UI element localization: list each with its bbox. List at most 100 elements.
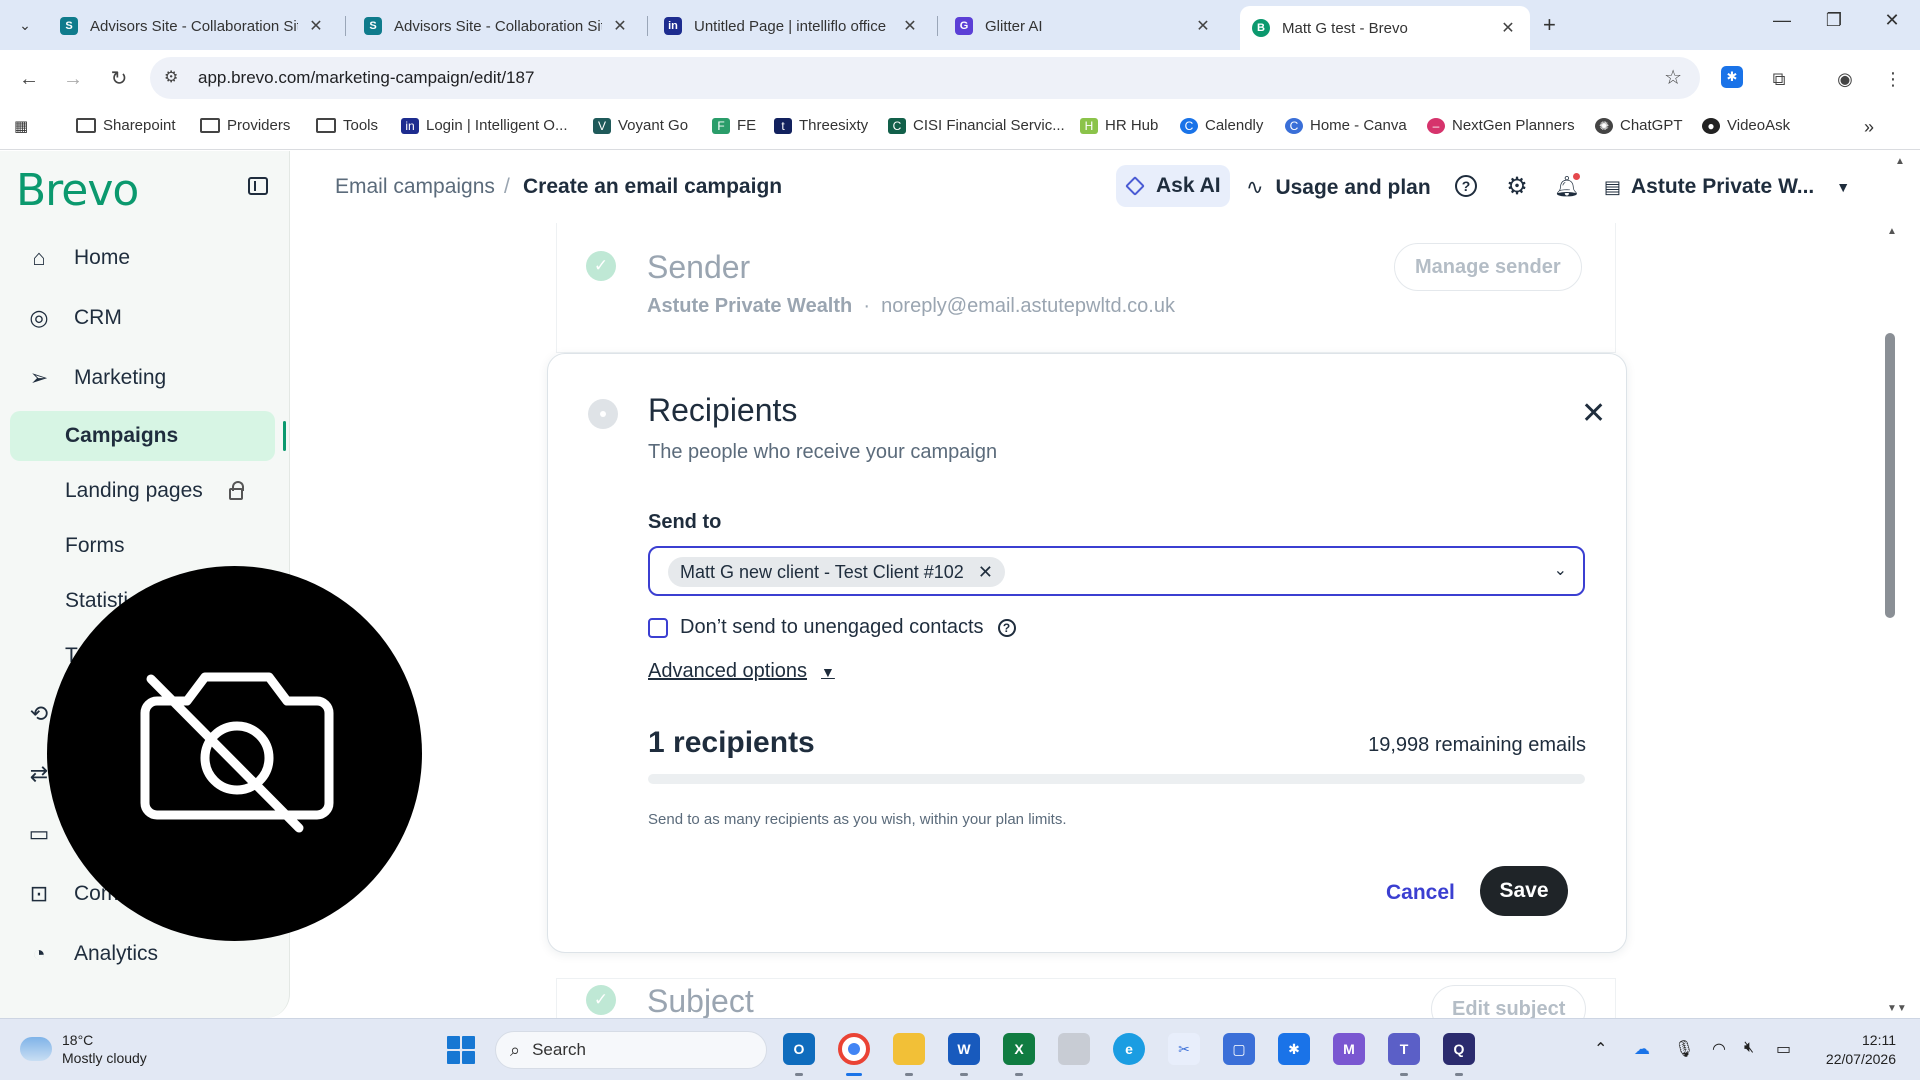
- browser-tab[interactable]: S Advisors Site - Collaboration Sit ✕: [48, 6, 338, 46]
- extension-icon[interactable]: ✱: [1721, 66, 1743, 88]
- close-tab-icon[interactable]: ✕: [610, 16, 630, 36]
- manage-sender-button[interactable]: Manage sender: [1394, 243, 1582, 291]
- file-explorer-icon[interactable]: [893, 1033, 925, 1065]
- scroll-up-icon[interactable]: ▲: [1895, 156, 1905, 167]
- battery-icon[interactable]: ▭: [1776, 1039, 1791, 1059]
- extension-app-icon[interactable]: ✱: [1278, 1033, 1310, 1065]
- app-icon[interactable]: Q: [1443, 1033, 1475, 1065]
- scrollbar-thumb[interactable]: [1885, 333, 1895, 618]
- sidebar-item-landing-pages[interactable]: Landing pages: [10, 466, 275, 516]
- close-icon[interactable]: ✕: [1581, 396, 1606, 431]
- help-icon[interactable]: ?: [997, 618, 1016, 637]
- close-tab-icon[interactable]: ✕: [1193, 16, 1213, 36]
- close-tab-icon[interactable]: ✕: [1498, 18, 1518, 38]
- address-bar[interactable]: ⚙ app.brevo.com/marketing-campaign/edit/…: [150, 57, 1700, 99]
- system-clock[interactable]: 12:11 22/07/2026: [1818, 1031, 1896, 1069]
- app-header: Email campaigns / Create an email campai…: [291, 151, 1891, 223]
- browser-tab[interactable]: in Untitled Page | intelliflo office ✕: [652, 6, 932, 46]
- save-button[interactable]: Save: [1480, 866, 1568, 916]
- reload-icon[interactable]: ↻: [104, 64, 134, 94]
- bookmark-link[interactable]: C Calendly: [1180, 117, 1263, 134]
- bookmark-folder[interactable]: Sharepoint: [76, 117, 176, 134]
- bookmark-link[interactable]: in Login | Intelligent O...: [401, 117, 567, 134]
- minimize-icon[interactable]: —: [1762, 10, 1802, 31]
- bookmark-folder[interactable]: Providers: [200, 117, 290, 134]
- app-icon[interactable]: ▢: [1223, 1033, 1255, 1065]
- snipping-tool-icon[interactable]: ✂: [1168, 1033, 1200, 1065]
- close-tab-icon[interactable]: ✕: [306, 16, 326, 36]
- bookmark-link[interactable]: H HR Hub: [1080, 117, 1158, 134]
- scroll-down-icon[interactable]: ▼▼: [1887, 1003, 1907, 1014]
- advanced-options-toggle[interactable]: Advanced options ▼: [648, 660, 835, 683]
- usage-and-plan-button[interactable]: ∿ Usage and plan: [1246, 175, 1431, 200]
- sidebar-item-crm[interactable]: ◎ CRM: [10, 293, 275, 343]
- teams-icon[interactable]: T: [1388, 1033, 1420, 1065]
- app-icon[interactable]: [1058, 1033, 1090, 1065]
- bookmark-link[interactable]: F FE: [712, 117, 756, 134]
- close-tab-icon[interactable]: ✕: [900, 16, 920, 36]
- wifi-icon[interactable]: ◠: [1712, 1039, 1726, 1059]
- subject-complete-check-icon: ✓: [586, 985, 616, 1015]
- apps-grid-icon[interactable]: ▦: [14, 117, 28, 135]
- ask-ai-button[interactable]: Ask AI: [1116, 165, 1230, 207]
- bookmark-link[interactable]: ✺ ChatGPT: [1595, 117, 1683, 134]
- bookmark-folder[interactable]: Tools: [316, 117, 378, 134]
- chrome-icon[interactable]: [838, 1033, 870, 1065]
- brevo-logo[interactable]: Brevo: [16, 165, 139, 216]
- taskbar-search[interactable]: ⌕ Search: [495, 1031, 767, 1069]
- windows-start-icon[interactable]: [447, 1036, 475, 1064]
- bookmark-link[interactable]: C CISI Financial Servic...: [888, 117, 1065, 134]
- site-info-icon[interactable]: ⚙: [164, 67, 178, 87]
- recipient-count: 1 recipients: [648, 726, 815, 759]
- bookmark-link[interactable]: t Threesixty: [774, 117, 868, 134]
- bookmark-link[interactable]: C Home - Canva: [1285, 117, 1407, 134]
- onedrive-icon[interactable]: ☁: [1634, 1039, 1650, 1059]
- browser-menu-icon[interactable]: ⋮: [1880, 66, 1906, 92]
- bookmark-star-icon[interactable]: ☆: [1664, 65, 1682, 90]
- cancel-button[interactable]: Cancel: [1386, 881, 1455, 905]
- bookmark-link[interactable]: ● VideoAsk: [1702, 117, 1790, 134]
- sidebar-item-campaigns[interactable]: Campaigns: [10, 411, 275, 461]
- breadcrumb-email-campaigns[interactable]: Email campaigns: [335, 175, 495, 199]
- m365-icon[interactable]: M: [1333, 1033, 1365, 1065]
- unengaged-checkbox[interactable]: [648, 617, 668, 638]
- forward-icon[interactable]: →: [58, 64, 88, 94]
- microphone-icon[interactable]: 🎙︎: [1674, 1039, 1694, 1059]
- settings-gear-icon[interactable]: ⚙: [1504, 173, 1530, 200]
- fe-icon: F: [712, 117, 730, 134]
- sidebar-item-home[interactable]: ⌂ Home: [10, 233, 275, 283]
- notifications-bell-icon[interactable]: 🔔︎: [1554, 173, 1580, 199]
- excel-icon[interactable]: X: [1003, 1033, 1035, 1065]
- volume-muted-icon[interactable]: 🔇︎: [1744, 1039, 1754, 1057]
- new-tab-icon[interactable]: +: [1543, 12, 1556, 38]
- word-icon[interactable]: W: [948, 1033, 980, 1065]
- sidebar-item-forms[interactable]: Forms: [10, 521, 275, 571]
- edit-subject-button[interactable]: Edit subject: [1431, 985, 1587, 1018]
- account-menu[interactable]: ▤ Astute Private W... ▼: [1604, 175, 1850, 199]
- chevron-down-icon[interactable]: ⌄: [1554, 560, 1567, 580]
- help-button[interactable]: ?: [1453, 173, 1479, 199]
- send-to-select[interactable]: Matt G new client - Test Client #102 ✕ ⌄: [648, 546, 1585, 596]
- restore-icon[interactable]: ❐: [1814, 10, 1854, 31]
- browser-tab[interactable]: G Glitter AI ✕: [943, 6, 1225, 46]
- more-bookmarks-icon[interactable]: »: [1864, 117, 1874, 138]
- sender-email: noreply@email.astutepwltd.co.uk: [881, 295, 1175, 317]
- scroll-up-icon[interactable]: ▲: [1887, 226, 1897, 237]
- browser-tab[interactable]: S Advisors Site - Collaboration Sit ✕: [352, 6, 642, 46]
- remove-chip-icon[interactable]: ✕: [978, 562, 993, 583]
- back-icon[interactable]: ←: [14, 64, 44, 94]
- outlook-icon[interactable]: O: [783, 1033, 815, 1065]
- tray-overflow-icon[interactable]: ⌃: [1594, 1039, 1607, 1059]
- tab-search-chevron-icon[interactable]: ⌄: [12, 12, 38, 38]
- profile-icon[interactable]: ◉: [1832, 66, 1858, 92]
- sidebar-item-marketing[interactable]: ➢ Marketing: [10, 353, 275, 403]
- extensions-puzzle-icon[interactable]: ⧉: [1766, 66, 1792, 92]
- camera-off-overlay: [47, 566, 422, 941]
- close-window-icon[interactable]: ✕: [1872, 10, 1912, 31]
- bookmark-link[interactable]: – NextGen Planners: [1427, 117, 1575, 134]
- bookmark-link[interactable]: V Voyant Go: [593, 117, 688, 134]
- browser-tab-active[interactable]: B Matt G test - Brevo ✕: [1240, 6, 1530, 50]
- weather-widget[interactable]: 18°C Mostly cloudy: [16, 1031, 147, 1067]
- edge-icon[interactable]: e: [1113, 1033, 1145, 1065]
- collapse-sidebar-icon[interactable]: [248, 177, 268, 195]
